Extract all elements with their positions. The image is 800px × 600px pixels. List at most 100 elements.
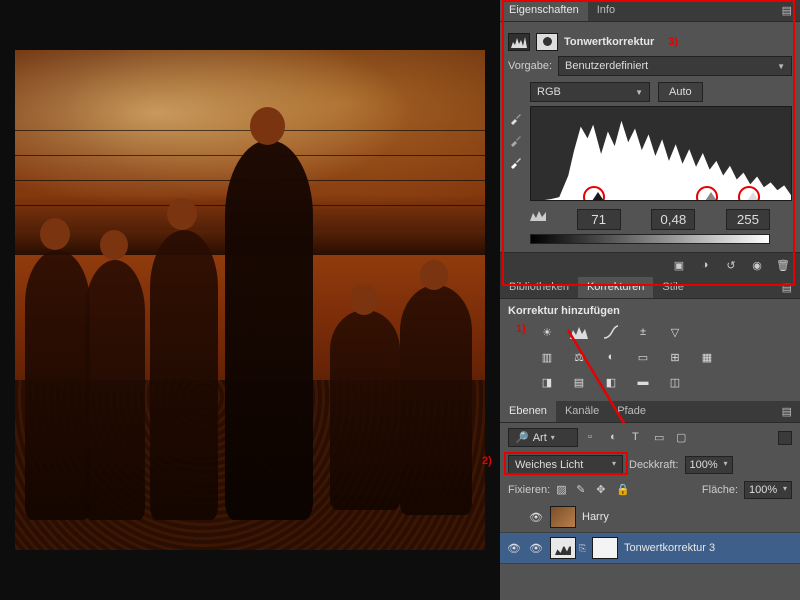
highlight-input[interactable]: [726, 209, 770, 230]
brightness-icon[interactable]: ☀: [536, 323, 558, 341]
gradient-map-icon[interactable]: ▬: [632, 373, 654, 391]
exposure-icon[interactable]: ±: [632, 323, 654, 341]
tab-kanaele[interactable]: Kanäle: [556, 401, 608, 422]
filter-adjust-icon[interactable]: ◐: [610, 431, 624, 445]
view-previous-icon[interactable]: ◑: [697, 258, 713, 272]
lock-pixels-icon[interactable]: ✎: [576, 483, 590, 497]
fill-value: 100%: [749, 484, 777, 496]
opacity-value: 100%: [690, 459, 718, 471]
layer-thumbnail[interactable]: [550, 506, 576, 528]
layer-visibility-icon[interactable]: 👁: [528, 509, 544, 525]
output-gradient[interactable]: [530, 234, 770, 244]
adjustments-title: Korrektur hinzufügen: [508, 305, 792, 317]
histogram[interactable]: [530, 106, 792, 201]
blend-mode-dropdown[interactable]: Weiches Licht ▾: [508, 455, 623, 475]
photo-filter-icon[interactable]: ▭: [632, 348, 654, 366]
black-point-eyedropper[interactable]: [508, 110, 524, 126]
posterize-icon[interactable]: ▤: [568, 373, 590, 391]
channel-dropdown[interactable]: RGB ▼: [530, 82, 650, 102]
tab-pfade[interactable]: Pfade: [608, 401, 655, 422]
tab-bibliotheken[interactable]: Bibliotheken: [500, 277, 578, 298]
blend-mode-value: Weiches Licht: [515, 459, 583, 471]
color-lookup-icon[interactable]: ▦: [696, 348, 718, 366]
delete-icon[interactable]: 🗑: [775, 258, 791, 272]
preset-dropdown[interactable]: Benutzerdefiniert ▼: [558, 56, 792, 76]
channel-value: RGB: [537, 86, 561, 98]
curves-icon[interactable]: [600, 323, 622, 341]
opacity-label: Deckkraft:: [629, 459, 679, 471]
layers-panel-menu[interactable]: ▤: [774, 401, 800, 422]
hue-sat-icon[interactable]: ▥: [536, 348, 558, 366]
fill-label: Fläche:: [702, 484, 738, 496]
white-point-eyedropper[interactable]: [508, 154, 524, 170]
bw-icon[interactable]: ◐: [600, 348, 622, 366]
visibility-icon[interactable]: ◉: [749, 258, 765, 272]
levels-icon[interactable]: [568, 323, 590, 341]
annotation-label-2: 2): [482, 455, 492, 467]
midtone-slider[interactable]: [705, 192, 717, 201]
tab-ebenen[interactable]: Ebenen: [500, 401, 556, 422]
fill-field[interactable]: 100% ▾: [744, 481, 792, 499]
annotation-label-1: 1): [516, 323, 526, 335]
layer-mask-thumbnail[interactable]: [592, 537, 618, 559]
annotation-label-3: 3): [668, 36, 678, 48]
auto-button[interactable]: Auto: [658, 82, 703, 102]
layer-row[interactable]: 👁 👁 ⎘ Tonwertkorrektur 3: [500, 533, 800, 564]
clip-to-layer-icon[interactable]: ▣: [671, 258, 687, 272]
tab-stile[interactable]: Stile: [653, 277, 692, 298]
properties-tab-row: Eigenschaften Info ▤: [500, 0, 800, 22]
threshold-icon[interactable]: ◧: [600, 373, 622, 391]
filter-shape-icon[interactable]: ▭: [654, 431, 668, 445]
lock-all-icon[interactable]: 🔒: [616, 483, 630, 497]
highlight-slider[interactable]: [747, 192, 759, 201]
opacity-field[interactable]: 100% ▾: [685, 456, 733, 474]
filter-pixel-icon[interactable]: ▫: [588, 431, 602, 445]
filter-type-icon[interactable]: T: [632, 431, 646, 445]
filter-smart-icon[interactable]: ▢: [676, 431, 690, 445]
layer-kind-dropdown[interactable]: 🔎 Art ▾: [508, 428, 578, 447]
adjustments-tab-row: Bibliotheken Korrekturen Stile ▤: [500, 277, 800, 299]
tab-eigenschaften[interactable]: Eigenschaften: [500, 0, 588, 21]
layer-thumbnail[interactable]: [550, 537, 576, 559]
mask-icon[interactable]: [536, 33, 558, 51]
invert-icon[interactable]: ◨: [536, 373, 558, 391]
preset-label: Vorgabe:: [508, 60, 552, 72]
midtone-input[interactable]: [651, 209, 695, 230]
adjustments-panel-menu[interactable]: ▤: [774, 277, 800, 298]
shadow-input[interactable]: [577, 209, 621, 230]
link-icon: ⎘: [579, 543, 589, 554]
layers-tab-row: Ebenen Kanäle Pfade ▤: [500, 401, 800, 423]
layer-list: 👁 Harry 👁 👁 ⎘ Tonwertkorrektur 3: [500, 502, 800, 600]
vibrance-icon[interactable]: ▽: [664, 323, 686, 341]
selective-color-icon[interactable]: ◫: [664, 373, 686, 391]
layer-visibility-icon[interactable]: 👁: [528, 540, 544, 556]
color-balance-icon[interactable]: ⚖: [568, 348, 590, 366]
layer-visibility-icon[interactable]: 👁: [506, 540, 522, 556]
reset-icon[interactable]: ↺: [723, 258, 739, 272]
chevron-down-icon: ▾: [724, 459, 728, 471]
chevron-down-icon: ▼: [635, 88, 643, 97]
lock-position-icon[interactable]: ✥: [596, 483, 610, 497]
eyedropper-column: [508, 106, 524, 201]
search-icon: 🔎: [515, 431, 529, 444]
right-panels: Eigenschaften Info ▤ Tonwertkorrektur 3)…: [500, 0, 800, 600]
properties-panel-menu[interactable]: ▤: [774, 0, 800, 21]
tab-info[interactable]: Info: [588, 0, 624, 21]
gray-point-eyedropper[interactable]: [508, 132, 524, 148]
lock-label: Fixieren:: [508, 484, 550, 496]
channel-mixer-icon[interactable]: ⊞: [664, 348, 686, 366]
shadow-slider[interactable]: [592, 192, 604, 201]
tab-korrekturen[interactable]: Korrekturen: [578, 277, 653, 298]
chevron-down-icon: ▼: [777, 62, 785, 71]
properties-panel: Tonwertkorrektur 3) Vorgabe: Benutzerdef…: [500, 22, 800, 252]
layer-kind-value: Art: [533, 432, 547, 444]
layer-row[interactable]: 👁 Harry: [500, 502, 800, 533]
layers-panel: 🔎 Art ▾ ▫ ◐ T ▭ ▢ 2) Weiches Licht: [500, 423, 800, 600]
chevron-down-icon: ▾: [551, 433, 555, 442]
lock-transparency-icon[interactable]: ▨: [556, 483, 570, 497]
adjustments-panel: Korrektur hinzufügen 1) ☀ ± ▽ ▥ ⚖ ◐ ▭ ⊞ …: [500, 299, 800, 401]
filter-toggle[interactable]: [778, 431, 792, 445]
chevron-down-icon: ▾: [783, 484, 787, 496]
document-photo[interactable]: [15, 50, 485, 550]
chevron-down-icon: ▾: [612, 459, 616, 471]
